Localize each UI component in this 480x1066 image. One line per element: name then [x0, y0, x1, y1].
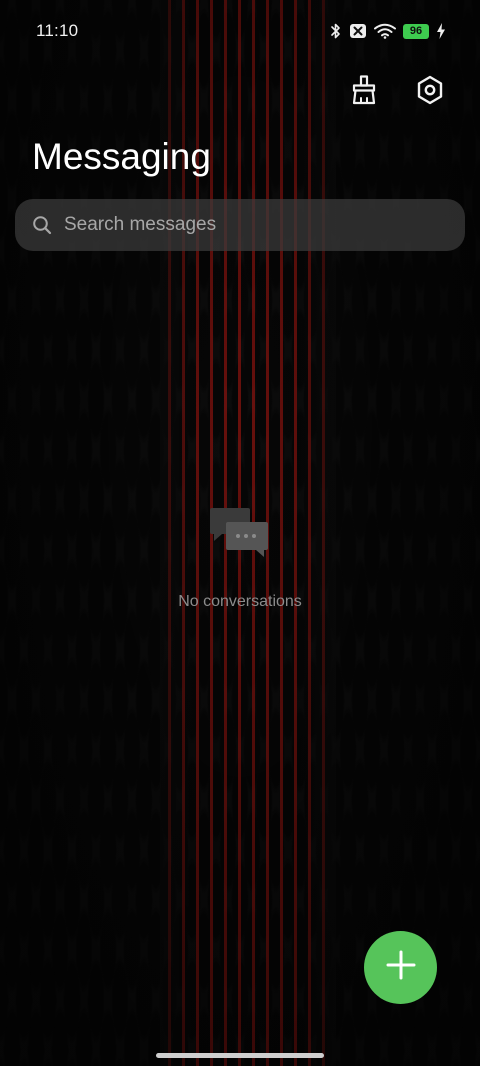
- chat-bubbles-icon: [210, 506, 270, 563]
- charging-icon: [436, 23, 446, 39]
- plus-icon: [386, 950, 416, 985]
- search-bar[interactable]: Search messages: [15, 199, 465, 251]
- bluetooth-icon: [330, 22, 342, 40]
- search-icon: [32, 215, 52, 235]
- status-icons: 96: [330, 22, 446, 40]
- page-title: Messaging: [32, 136, 211, 177]
- settings-gear-icon[interactable]: [412, 72, 448, 108]
- status-time: 11:10: [36, 21, 79, 40]
- battery-icon: 96: [403, 23, 429, 39]
- new-message-button[interactable]: [364, 931, 437, 1004]
- status-bar: 11:10 96: [0, 0, 480, 62]
- wifi-icon: [374, 23, 396, 39]
- search-input[interactable]: Search messages: [64, 214, 216, 236]
- home-indicator[interactable]: [156, 1053, 324, 1058]
- empty-state-text: No conversations: [178, 593, 302, 610]
- header-actions: [346, 72, 448, 108]
- messaging-screen: 11:10 96 Messaging Search messages No co…: [0, 0, 480, 1066]
- clean-brush-icon[interactable]: [346, 72, 382, 108]
- no-sim-icon: [349, 23, 367, 39]
- empty-state: No conversations: [0, 506, 480, 611]
